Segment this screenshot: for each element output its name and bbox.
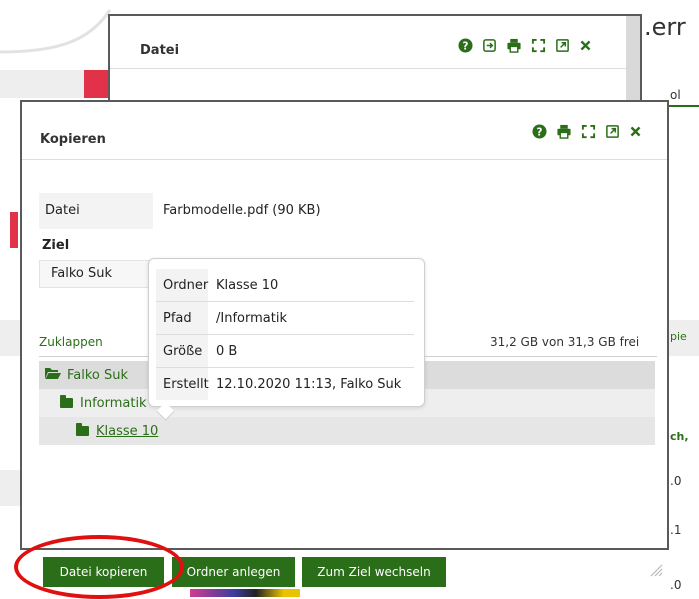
target-value: Falko Suk <box>51 266 113 281</box>
popover-row: Ordner Klasse 10 <box>156 269 414 302</box>
file-dialog-divider <box>110 68 626 69</box>
fullscreen-icon[interactable] <box>531 38 546 53</box>
help-icon[interactable]: ? <box>458 38 473 53</box>
background-divider <box>668 105 699 107</box>
background-curve <box>0 9 112 54</box>
background-link: pie <box>670 330 687 343</box>
tree-label-root: Falko Suk <box>67 367 129 383</box>
background-text-5: .0 <box>670 578 682 592</box>
login-icon[interactable] <box>482 38 497 53</box>
target-label: Ziel <box>42 238 70 253</box>
popover-key: Ordner <box>156 269 208 301</box>
close-icon[interactable] <box>629 125 642 138</box>
create-folder-button[interactable]: Ordner anlegen <box>172 557 295 587</box>
popover-row: Pfad /Informatik <box>156 302 414 335</box>
go-to-target-button[interactable]: Zum Ziel wechseln <box>302 557 446 587</box>
folder-info-popover: Ordner Klasse 10 Pfad /Informatik Größe … <box>148 258 425 421</box>
help-icon[interactable]: ? <box>532 124 547 139</box>
background-text-1: ol <box>670 88 681 102</box>
background-text-2: ch, <box>670 430 689 443</box>
popover-value: /Informatik <box>216 310 287 326</box>
popover-key: Pfad <box>156 302 208 334</box>
resize-handle-icon[interactable] <box>649 563 663 577</box>
file-dialog-title: Datei <box>140 43 180 58</box>
svg-text:?: ? <box>463 40 469 52</box>
external-link-icon[interactable] <box>555 38 570 53</box>
background-red-tab <box>84 70 108 98</box>
popover-row: Größe 0 B <box>156 335 414 368</box>
print-icon[interactable] <box>556 124 572 139</box>
popover-table: Ordner Klasse 10 Pfad /Informatik Größe … <box>156 269 414 400</box>
folder-open-icon <box>45 367 61 383</box>
popover-value: 0 B <box>216 343 238 359</box>
background-image-strip <box>190 589 300 597</box>
background-red-marker <box>10 212 18 248</box>
svg-text:?: ? <box>537 126 543 138</box>
storage-info: 31,2 GB von 31,3 GB frei <box>490 335 640 349</box>
print-icon[interactable] <box>506 38 522 53</box>
popover-value: Klasse 10 <box>216 277 279 293</box>
file-value: Farbmodelle.pdf (90 KB) <box>163 203 321 218</box>
copy-dialog-toolbar: ? <box>532 124 642 139</box>
annotation-ellipse <box>14 535 184 599</box>
tree-label-klasse10[interactable]: Klasse 10 <box>96 424 158 439</box>
popover-value: 12.10.2020 11:13, Falko Suk <box>216 376 402 392</box>
external-link-icon[interactable] <box>605 124 620 139</box>
close-icon[interactable] <box>579 39 592 52</box>
file-row: Datei Farbmodelle.pdf (90 KB) <box>39 193 657 229</box>
background-left-row <box>0 470 20 506</box>
background-text-4: .1 <box>670 523 682 537</box>
popover-key: Größe <box>156 335 208 367</box>
popover-key: Erstellt <box>156 368 209 400</box>
collapse-link[interactable]: Zuklappen <box>39 335 103 349</box>
background-text-3: .0 <box>670 474 682 488</box>
copy-dialog-title: Kopieren <box>40 132 106 147</box>
copy-dialog-divider <box>22 159 667 160</box>
fullscreen-icon[interactable] <box>581 124 596 139</box>
file-dialog-toolbar: ? <box>458 38 592 53</box>
background-left-row-2 <box>0 320 20 356</box>
tree-row-klasse10[interactable]: Klasse 10 <box>39 417 655 445</box>
popover-row: Erstellt 12.10.2020 11:13, Falko Suk <box>156 368 414 400</box>
folder-icon <box>60 395 73 408</box>
folder-icon <box>76 423 89 436</box>
file-label: Datei <box>45 203 80 218</box>
logo-fragment: .err <box>644 13 686 41</box>
tree-label-informatik: Informatik <box>80 395 147 411</box>
